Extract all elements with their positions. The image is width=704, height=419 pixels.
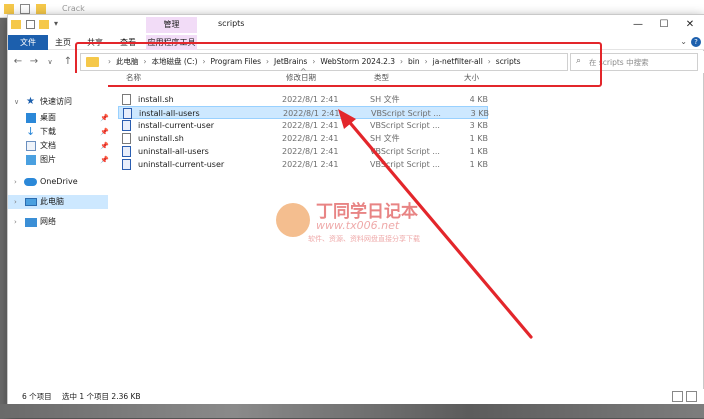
checkbox-icon — [20, 4, 30, 14]
large-icons-view-icon[interactable] — [686, 391, 697, 402]
selection-info: 选中 1 个项目 2.36 KB — [62, 392, 141, 401]
annotation-arrow — [338, 109, 533, 339]
annotation-arrow-line — [344, 116, 533, 339]
desktop-background — [0, 404, 704, 418]
folder-icon — [4, 4, 14, 14]
details-view-icon[interactable] — [672, 391, 683, 402]
background-window-title: Crack — [62, 4, 85, 13]
folder-icon — [36, 4, 46, 14]
status-bar: 6 个项目 选中 1 个项目 2.36 KB — [8, 389, 704, 405]
item-count: 6 个项目 — [22, 392, 52, 401]
file-explorer-window: ▾ 管理 scripts — ☐ ✕ 文件 主页 共享 查看 应用程序工具 ⌄ … — [7, 14, 704, 418]
